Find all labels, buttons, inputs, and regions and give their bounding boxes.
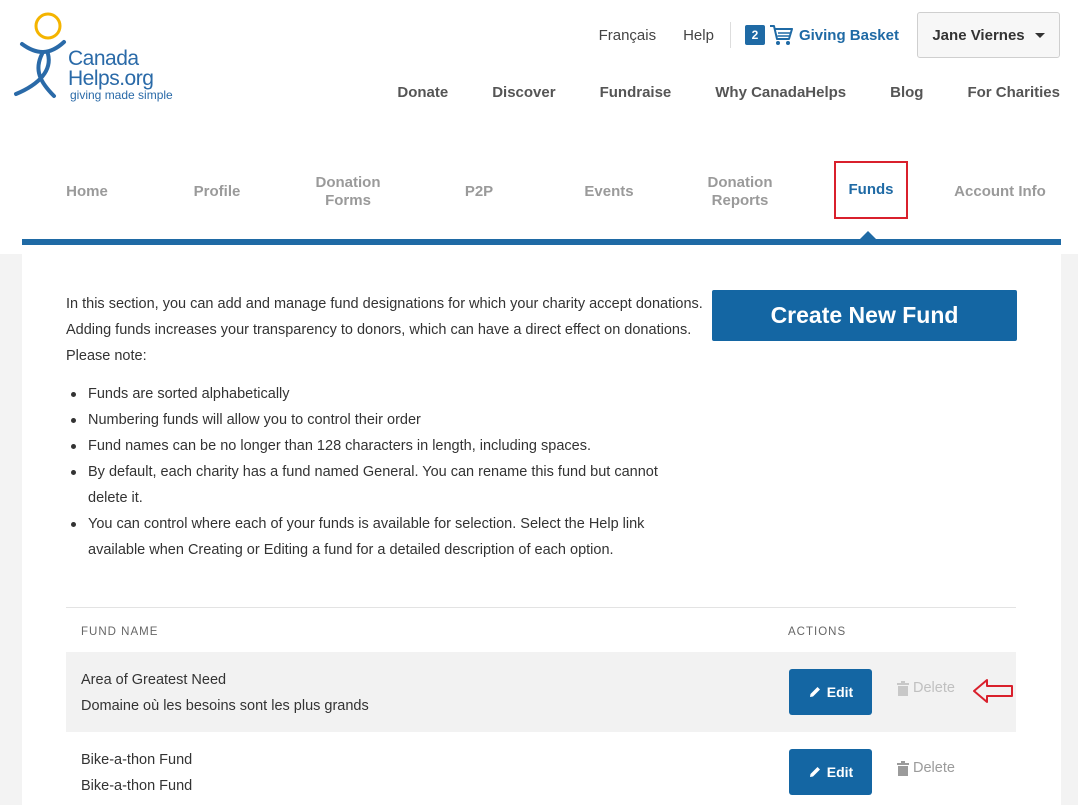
tab-account-info[interactable]: Account Info: [950, 162, 1050, 222]
delete-label: Delete: [913, 760, 955, 776]
logo-figure-icon: [14, 12, 66, 98]
tab-p2p[interactable]: P2P: [424, 162, 534, 222]
pencil-icon: [809, 687, 820, 697]
delete-button[interactable]: Delete: [896, 760, 955, 776]
edit-label: Edit: [826, 684, 854, 700]
tab-home[interactable]: Home: [32, 162, 142, 222]
edit-label: Edit: [826, 764, 854, 780]
tab-events[interactable]: Events: [554, 162, 664, 222]
nav-why-canadahelps[interactable]: Why CanadaHelps: [715, 84, 846, 101]
table-row: Bike-a-thon Fund Bike-a-thon Fund Edit D…: [66, 732, 1016, 805]
column-header-fund-name: FUND NAME: [81, 626, 159, 638]
active-tab-pointer: [860, 231, 876, 239]
tab-donation-forms[interactable]: Donation Forms: [297, 162, 399, 222]
pencil-icon: [809, 767, 820, 777]
cart-icon: [769, 25, 793, 45]
giving-basket-link[interactable]: 2 Giving Basket: [744, 24, 899, 46]
basket-count-badge: 2: [744, 25, 765, 45]
nav-for-charities[interactable]: For Charities: [967, 84, 1060, 101]
fund-name-fr: Domaine où les besoins sont les plus gra…: [81, 698, 369, 714]
edit-button[interactable]: Edit: [789, 749, 872, 795]
tab-profile[interactable]: Profile: [162, 162, 272, 222]
utility-bar: Français Help 2 Giving Basket Jane Viern…: [599, 12, 1060, 58]
logo-tagline: giving made simple: [70, 88, 173, 102]
fund-name-fr: Bike-a-thon Fund: [81, 778, 193, 794]
tab-donation-reports[interactable]: Donation Reports: [688, 162, 792, 222]
trash-icon: [897, 680, 909, 696]
site-header: Canada Helps.org giving made simple Fran…: [0, 0, 1078, 254]
nav-donate[interactable]: Donate: [397, 84, 448, 101]
list-item: Fund names can be no longer than 128 cha…: [66, 433, 686, 459]
funds-panel: In this section, you can add and manage …: [22, 245, 1061, 805]
chevron-down-icon: [1034, 32, 1045, 38]
trash-icon: [897, 760, 909, 776]
fund-name: Area of Greatest Need: [81, 672, 227, 688]
tab-funds[interactable]: Funds: [834, 161, 908, 219]
fund-name: Bike-a-thon Fund: [81, 752, 193, 768]
list-item: By default, each charity has a fund name…: [66, 459, 686, 511]
charity-admin-tabs: Home Profile Donation Forms P2P Events D…: [22, 161, 1061, 242]
table-row: Area of Greatest Need Domaine où les bes…: [66, 652, 1016, 732]
funds-intro-text: In this section, you can add and manage …: [66, 296, 703, 364]
nav-fundraise[interactable]: Fundraise: [600, 84, 672, 101]
delete-label: Delete: [913, 680, 955, 696]
annotation-arrow-left-icon: [973, 679, 1013, 703]
nav-blog[interactable]: Blog: [890, 84, 923, 101]
user-name: Jane Viernes: [932, 26, 1025, 44]
utility-divider: [729, 22, 731, 48]
create-new-fund-button[interactable]: Create New Fund: [712, 290, 1017, 341]
language-link[interactable]: Français: [599, 27, 657, 44]
basket-label: Giving Basket: [798, 26, 899, 44]
delete-button[interactable]: Delete: [896, 680, 955, 696]
table-divider: [66, 607, 1016, 608]
main-nav: Donate Discover Fundraise Why CanadaHelp…: [397, 84, 1060, 101]
nav-discover[interactable]: Discover: [492, 84, 555, 101]
help-link[interactable]: Help: [683, 27, 714, 44]
edit-button[interactable]: Edit: [789, 669, 872, 715]
canadahelps-logo[interactable]: Canada Helps.org giving made simple: [12, 10, 187, 105]
column-header-actions: ACTIONS: [788, 626, 847, 638]
user-menu-button[interactable]: Jane Viernes: [917, 12, 1060, 58]
list-item: Funds are sorted alphabetically: [66, 381, 686, 407]
list-item: Numbering funds will allow you to contro…: [66, 407, 686, 433]
funds-notes-list: Funds are sorted alphabetically Numberin…: [66, 381, 686, 563]
list-item: You can control where each of your funds…: [66, 511, 686, 563]
